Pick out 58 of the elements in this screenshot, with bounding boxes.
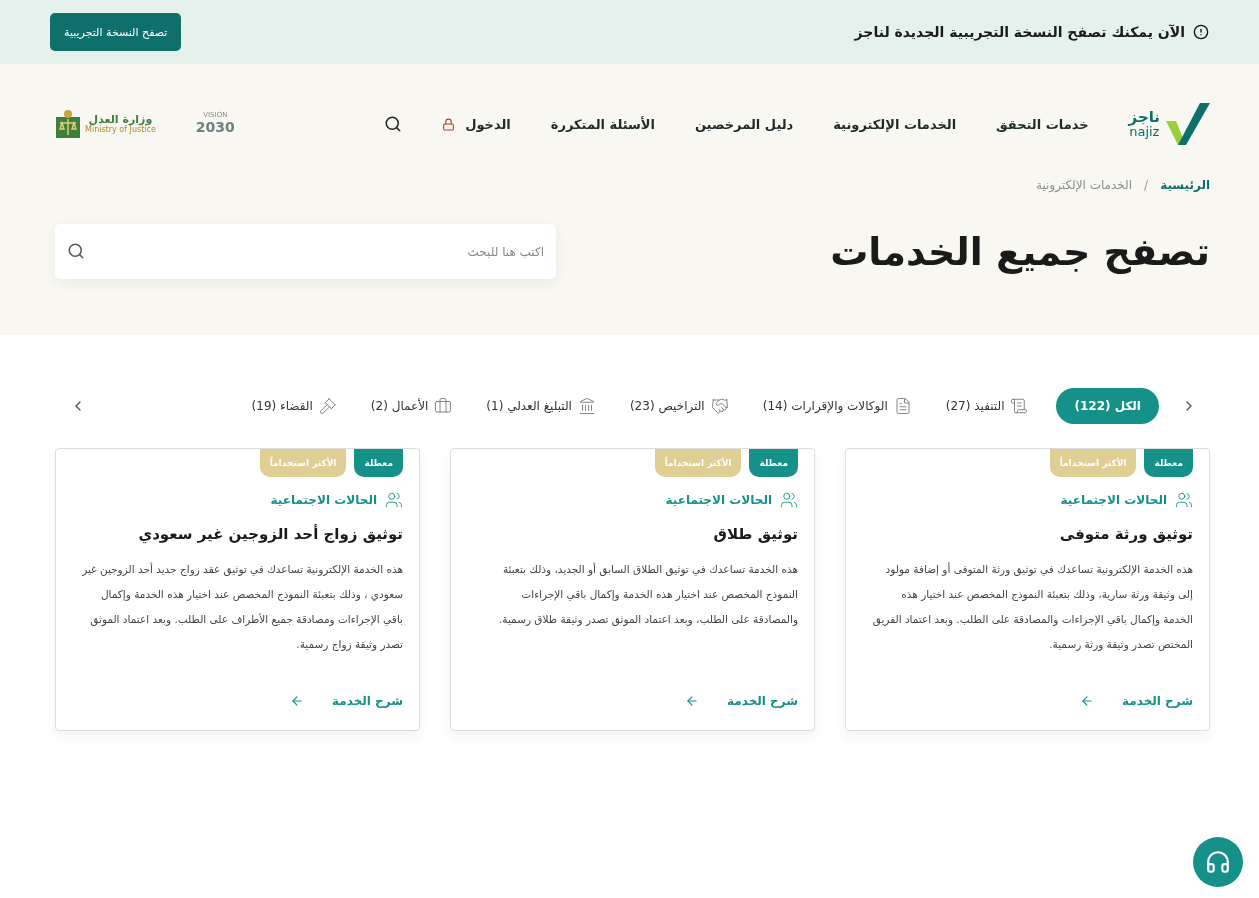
tag-label: معطلة bbox=[1144, 449, 1193, 477]
alert-icon bbox=[1193, 24, 1209, 40]
page-title: تصفح جميع الخدمات bbox=[830, 229, 1210, 274]
tag-label: الأكثر استخداماً bbox=[654, 449, 742, 477]
category-label: الحالات الاجتماعية bbox=[1060, 493, 1167, 507]
category-tab[interactable]: التبليغ العدلي (1) bbox=[480, 388, 602, 424]
search-icon[interactable] bbox=[384, 115, 403, 133]
category-label: الحالات الاجتماعية bbox=[270, 493, 377, 507]
document-icon bbox=[893, 397, 912, 415]
login-link[interactable]: الدخول bbox=[442, 116, 511, 132]
announcement-text: الآن يمكنك تصفح النسخة التجريبية الجديدة لناجز bbox=[854, 24, 1185, 40]
category-tab[interactable]: التراخيص (23) bbox=[623, 388, 735, 424]
nav-link[interactable]: الأسئلة المتكررة bbox=[550, 116, 655, 132]
card-title: توثيق زواج أحد الزوجين غير سعودي bbox=[137, 525, 403, 543]
category-tab[interactable]: الأعمال (2) bbox=[364, 388, 459, 424]
check-logo-icon bbox=[1164, 101, 1210, 147]
people-icon bbox=[780, 491, 798, 509]
ministry-arabic-text: وزارة العدل bbox=[88, 113, 153, 126]
nav-link[interactable]: خدمات التحقق bbox=[996, 116, 1089, 132]
category-tab[interactable]: القضاء (19) bbox=[245, 388, 343, 424]
search-field[interactable]: اكتب هنا للبحث bbox=[55, 224, 556, 279]
briefcase-icon bbox=[434, 397, 453, 415]
tag-label: الأكثر استخداماً bbox=[259, 449, 347, 477]
service-details-link[interactable]: شرح الخدمة bbox=[1080, 694, 1193, 708]
tag-label: معطلة bbox=[749, 449, 798, 477]
headset-icon bbox=[1205, 849, 1231, 875]
category-label: الحالات الاجتماعية bbox=[665, 493, 772, 507]
nav-link[interactable]: دليل المرخصين bbox=[694, 116, 794, 132]
vision-year: 2030 bbox=[195, 120, 235, 136]
scales-emblem-icon bbox=[55, 109, 81, 139]
people-icon bbox=[385, 491, 403, 509]
ministry-latin-text: Ministry of Justice bbox=[85, 125, 156, 135]
logo-arabic-text: ناجز bbox=[1128, 110, 1160, 125]
service-details-link[interactable]: شرح الخدمة bbox=[685, 694, 798, 708]
card-title: توثيق ورثة متوفى bbox=[1058, 525, 1193, 543]
people-icon bbox=[1175, 491, 1193, 509]
category-tab[interactable]: التنفيذ (27) bbox=[939, 388, 1035, 424]
card-description: هذه الخدمة تساعدك في توثيق الطلاق السابق أو الجديد، وذلك بتعبئة النموذج المخصص عند اختيار هذه الخدمة وإكمال باقي الإجراءات والمصادقة على الطلب، وبعد اعتماد الموثق تصدر وثيقة طلاق رسمية. bbox=[497, 561, 798, 628]
breadcrumb-link[interactable]: الرئيسية bbox=[1160, 178, 1210, 192]
handshake-icon bbox=[710, 397, 729, 415]
category-tab[interactable]: الوكالات والإقرارات (14) bbox=[756, 388, 918, 424]
logo-latin-text: najiz bbox=[1129, 125, 1160, 138]
lock-icon bbox=[442, 117, 456, 131]
tag-label: الأكثر استخداماً bbox=[1049, 449, 1137, 477]
category-tab[interactable]: الكل (122) bbox=[1056, 388, 1159, 424]
card-description: هذه الخدمة الإلكترونية تساعدك في توثيق ورثة المتوفى أو إضافة مولود إلى وثيقة ورثة سارية، وذلك بتعبئة النموذج المخصص عند اختيار هذه الخدمة وإكمال باقي الإجراءات والمصادقة على الطلب. وبعد اعتماد الفريق المختص تصدر وثيقة ورثة رسمية. bbox=[871, 561, 1193, 653]
service-details-link[interactable]: شرح الخدمة bbox=[290, 694, 403, 708]
card-title: توثيق طلاق bbox=[712, 525, 798, 543]
breadcrumb-separator: / bbox=[1144, 178, 1149, 192]
scroll-icon bbox=[1010, 397, 1029, 415]
nav-link[interactable]: الخدمات الإلكترونية bbox=[833, 116, 957, 132]
support-button[interactable] bbox=[1193, 837, 1243, 887]
tag-label: معطلة bbox=[354, 449, 403, 477]
gavel-icon bbox=[318, 397, 337, 415]
search-icon[interactable] bbox=[67, 242, 85, 260]
try-beta-button[interactable]: تصفح النسخة التجريبية bbox=[50, 13, 182, 51]
card-description: هذه الخدمة الإلكترونية تساعدك في توثيق عقد زواج جديد أحد الزوجين غير سعودي ، وذلك بتعبئة النموذج المخصص عند اختيار هذه الخدمة وإكمال باقي الإجراءات ومصادقة جميع الأطراف على الطلب. وبعد اعتماد الموثق تصدر وثيقة زواج رسمية. bbox=[80, 561, 403, 653]
building-icon bbox=[577, 397, 596, 415]
